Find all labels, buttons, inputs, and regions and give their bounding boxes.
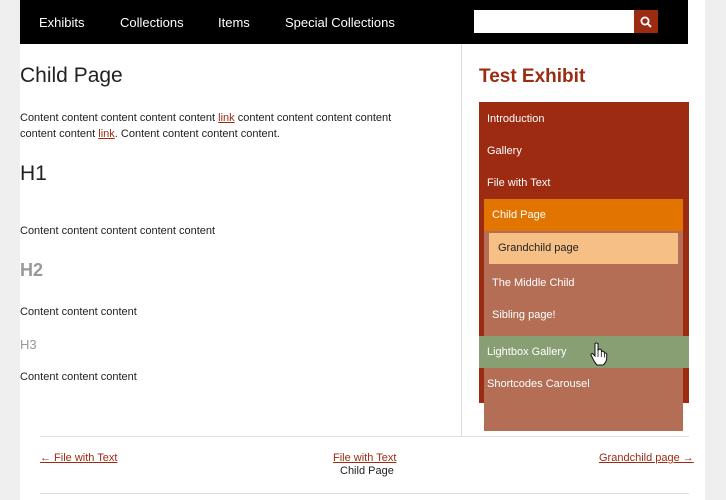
sidebar-item-grandchild-page[interactable]: Grandchild page <box>489 233 678 264</box>
nav-items[interactable]: Items <box>218 15 250 30</box>
pager-current-page: Child Page <box>340 465 394 477</box>
search-button[interactable] <box>634 10 658 33</box>
nav-collections[interactable]: Collections <box>120 15 184 30</box>
nav-special-collections[interactable]: Special Collections <box>285 15 395 30</box>
pager-divider-top <box>40 436 689 437</box>
sidebar-item-shortcodes-carousel[interactable]: Shortcodes Carousel <box>479 368 689 400</box>
paragraph-text: content content content content <box>234 112 392 124</box>
heading-h1: H1 <box>20 162 47 185</box>
top-navigation-bar: Exhibits Collections Items Special Colle… <box>20 0 688 44</box>
h1-content: Content content content content content <box>20 225 216 237</box>
pager-next-link[interactable]: Grandchild page → <box>599 452 694 464</box>
heading-h3: H3 <box>20 337 37 352</box>
page-title: Child Page <box>20 64 123 87</box>
paragraph-text: . Content content content content. <box>114 128 280 140</box>
h3-content: Content content content <box>20 371 137 383</box>
pager-up-link[interactable]: File with Text <box>333 452 396 464</box>
sidebar-item-lightbox-gallery[interactable]: Lightbox Gallery <box>479 336 689 368</box>
sidebar-item-file-with-text[interactable]: File with Text <box>479 167 689 199</box>
paragraph-text: content content <box>20 128 99 140</box>
sidebar-item-middle-child[interactable]: The Middle Child <box>484 267 683 299</box>
content-link-1[interactable]: link <box>218 112 235 124</box>
pager-divider-bottom <box>40 493 689 494</box>
search-input[interactable] <box>474 10 634 33</box>
sidebar-item-sibling-page[interactable]: Sibling page! <box>484 299 683 331</box>
paragraph-text: Content content content content content <box>20 112 219 124</box>
sidebar-item-gallery[interactable]: Gallery <box>479 135 689 167</box>
content-link-2[interactable]: link <box>98 128 115 140</box>
exhibit-title: Test Exhibit <box>479 66 586 87</box>
search-icon <box>640 16 652 28</box>
pager-previous-link[interactable]: ← File with Text <box>40 452 117 464</box>
heading-h2: H2 <box>20 260 44 280</box>
exhibit-nav: Introduction Gallery File with Text Chil… <box>479 102 689 431</box>
sidebar-item-introduction[interactable]: Introduction <box>479 103 689 135</box>
sidebar-item-child-page[interactable]: Child Page <box>484 199 683 231</box>
h2-content: Content content content <box>20 306 137 318</box>
intro-paragraph: Content content content content content … <box>20 110 391 142</box>
vertical-divider <box>461 44 462 436</box>
nav-exhibits[interactable]: Exhibits <box>39 15 85 30</box>
hand-cursor-icon <box>590 342 608 366</box>
